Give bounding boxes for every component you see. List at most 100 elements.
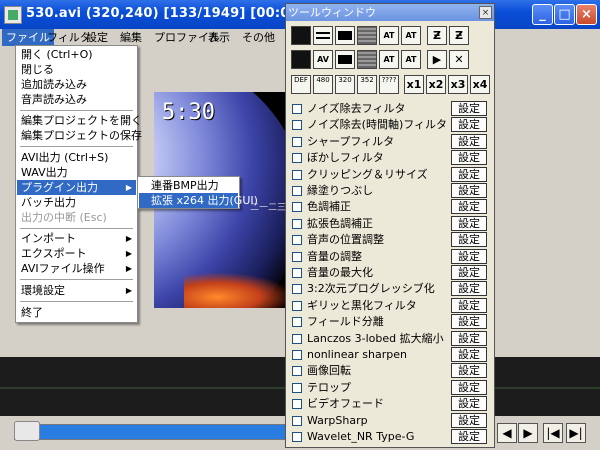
- flag-icon[interactable]: ▶: [427, 50, 447, 69]
- black-frame-button-2[interactable]: [291, 50, 311, 69]
- filter-settings-button[interactable]: 設定: [451, 101, 487, 116]
- submenu-item-bmp-output[interactable]: 連番BMP出力: [139, 178, 238, 193]
- filter-checkbox[interactable]: [292, 104, 302, 114]
- field-both-button[interactable]: [335, 26, 355, 45]
- field-both-button-2[interactable]: [335, 50, 355, 69]
- auto-button-4[interactable]: AT: [401, 50, 421, 69]
- size-320-button[interactable]: 320: [335, 75, 355, 94]
- zoom-x1-button[interactable]: x1: [404, 75, 424, 94]
- filter-checkbox[interactable]: [292, 415, 302, 426]
- filter-checkbox[interactable]: [292, 218, 302, 229]
- menu-item-save-project[interactable]: 編集プロジェクトの保存: [17, 128, 142, 143]
- filter-checkbox[interactable]: [292, 268, 302, 278]
- tool-window-title[interactable]: ツールウィンドウ ×: [286, 4, 494, 21]
- filter-settings-button[interactable]: 設定: [451, 150, 487, 166]
- menu-edit[interactable]: 編集: [116, 29, 146, 46]
- menu-item-open[interactable]: 開く (Ctrl+O): [17, 47, 136, 62]
- av-button[interactable]: AV: [313, 50, 333, 69]
- filter-checkbox[interactable]: [292, 432, 302, 442]
- black-frame-button[interactable]: [291, 26, 311, 45]
- filter-settings-button[interactable]: 設定: [451, 330, 487, 346]
- filter-settings-button[interactable]: 設定: [451, 379, 487, 395]
- menu-item-preferences[interactable]: 環境設定 ▶: [17, 283, 136, 298]
- filter-checkbox[interactable]: [292, 317, 302, 328]
- menu-item-wav-output[interactable]: WAV出力: [17, 165, 136, 180]
- filter-settings-button[interactable]: 設定: [451, 199, 487, 215]
- menu-item-avi-file-ops[interactable]: AVIファイル操作 ▶: [17, 261, 136, 276]
- size-352-button[interactable]: 352: [357, 75, 377, 94]
- field-top-button[interactable]: [313, 26, 333, 45]
- filter-settings-button[interactable]: 設定: [451, 215, 487, 231]
- zoom-x3-button[interactable]: x3: [448, 75, 468, 94]
- seek-track[interactable]: [14, 424, 302, 440]
- filter-settings-button[interactable]: 設定: [451, 396, 487, 412]
- go-end-button[interactable]: ▶|: [566, 423, 586, 443]
- minimize-button[interactable]: _: [532, 4, 553, 25]
- menu-view[interactable]: 表示: [204, 29, 234, 46]
- filter-settings-button[interactable]: 設定: [451, 166, 487, 182]
- auto-button[interactable]: AT: [379, 26, 399, 45]
- menu-item-exit[interactable]: 終了: [17, 305, 136, 320]
- filter-checkbox[interactable]: [292, 169, 302, 180]
- prev-frame-button[interactable]: ◀: [497, 423, 517, 443]
- filter-settings-button[interactable]: 設定: [451, 133, 487, 149]
- go-start-button[interactable]: |◀: [543, 423, 563, 443]
- filter-checkbox[interactable]: [292, 235, 302, 246]
- filter-settings-button[interactable]: 設定: [451, 117, 487, 133]
- menu-item-plugin-output[interactable]: プラグイン出力 ▶: [17, 180, 136, 195]
- menu-item-export[interactable]: エクスポート ▶: [17, 246, 136, 261]
- filter-checkbox[interactable]: [292, 350, 302, 360]
- filter-checkbox[interactable]: [292, 366, 302, 377]
- tool-window-close-icon[interactable]: ×: [479, 6, 492, 19]
- menu-item-audio-load[interactable]: 音声読み込み: [17, 92, 136, 107]
- z-right-icon[interactable]: Ƶ: [449, 26, 469, 45]
- filter-settings-button[interactable]: 設定: [451, 232, 487, 248]
- menu-item-import[interactable]: インポート ▶: [17, 231, 136, 246]
- filter-settings-button[interactable]: 設定: [451, 412, 487, 428]
- size-480-button[interactable]: 480: [313, 75, 333, 94]
- filter-checkbox[interactable]: [292, 382, 302, 393]
- filter-checkbox[interactable]: [292, 300, 302, 311]
- menu-other[interactable]: その他: [238, 29, 279, 46]
- maximize-button[interactable]: □: [554, 4, 575, 25]
- menu-separator: [20, 279, 133, 280]
- auto-button-3[interactable]: AT: [379, 50, 399, 69]
- size-def-button[interactable]: DEF: [291, 75, 311, 94]
- filter-settings-button[interactable]: 設定: [451, 314, 487, 330]
- close-button[interactable]: ×: [576, 4, 597, 25]
- filter-checkbox[interactable]: [292, 251, 302, 262]
- submenu-item-x264-output[interactable]: 拡張 x264 出力(GUI): [139, 193, 258, 208]
- zoom-x2-button[interactable]: x2: [426, 75, 446, 94]
- menu-item-close[interactable]: 閉じる: [17, 62, 136, 77]
- zoom-x4-button[interactable]: x4: [470, 75, 490, 94]
- size-custom-button[interactable]: ????: [379, 75, 399, 94]
- filter-settings-button[interactable]: 設定: [451, 265, 487, 280]
- z-left-icon[interactable]: Ƶ: [427, 26, 447, 45]
- cross-icon[interactable]: ✕: [449, 50, 469, 69]
- filter-settings-button[interactable]: 設定: [451, 363, 487, 379]
- auto-button-2[interactable]: AT: [401, 26, 421, 45]
- filter-settings-button[interactable]: 設定: [451, 429, 487, 444]
- filter-checkbox[interactable]: [292, 120, 302, 131]
- filter-checkbox[interactable]: [292, 333, 302, 344]
- filter-settings-button[interactable]: 設定: [451, 248, 487, 264]
- filter-checkbox[interactable]: [292, 136, 302, 147]
- filter-checkbox[interactable]: [292, 186, 302, 196]
- menu-item-batch-output[interactable]: バッチ出力: [17, 195, 136, 210]
- menu-item-open-project[interactable]: 編集プロジェクトを開く: [17, 113, 142, 128]
- menu-item-append[interactable]: 追加読み込み: [17, 77, 136, 92]
- menu-item-avi-output[interactable]: AVI出力 (Ctrl+S): [17, 150, 136, 165]
- filter-checkbox[interactable]: [292, 284, 302, 295]
- next-frame-button[interactable]: ▶: [518, 423, 538, 443]
- filter-checkbox[interactable]: [292, 399, 302, 410]
- gray-frame-button-2[interactable]: [357, 50, 377, 69]
- filter-checkbox[interactable]: [292, 202, 302, 213]
- menu-settings[interactable]: 設定: [82, 29, 112, 46]
- filter-settings-button[interactable]: 設定: [451, 183, 487, 198]
- filter-settings-button[interactable]: 設定: [451, 347, 487, 362]
- filter-settings-button[interactable]: 設定: [451, 281, 487, 297]
- filter-settings-button[interactable]: 設定: [451, 297, 487, 313]
- seek-handle[interactable]: [14, 421, 40, 441]
- gray-frame-button[interactable]: [357, 26, 377, 45]
- filter-checkbox[interactable]: [292, 153, 302, 164]
